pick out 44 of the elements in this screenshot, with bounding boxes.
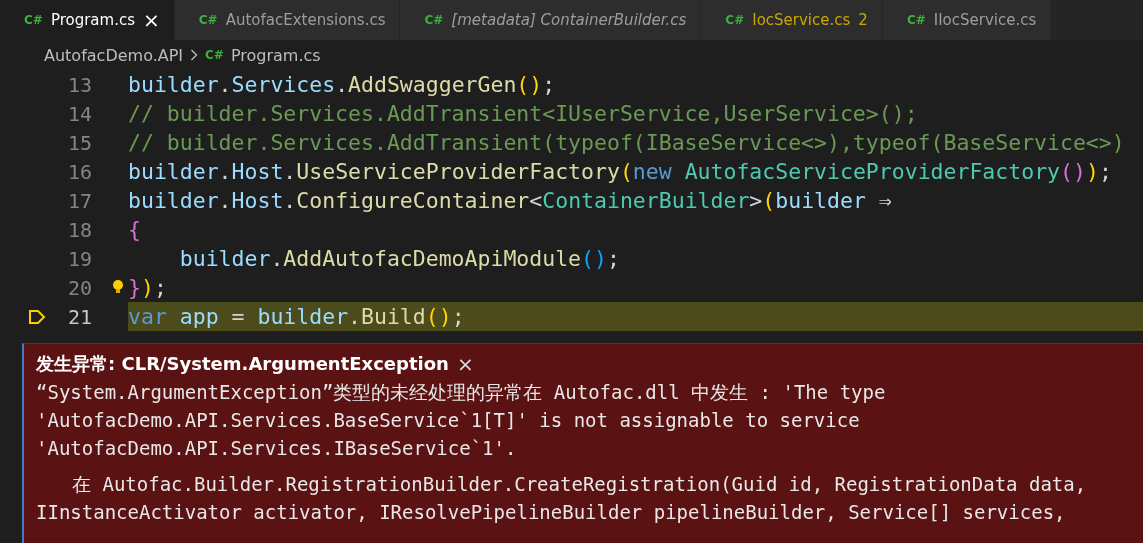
tab-label: AutofacExtensions.cs (225, 11, 386, 29)
csharp-icon: C# (205, 48, 224, 62)
line-number: 13 (67, 72, 92, 97)
code-line: builder.Host.UseServiceProviderFactory(new AutofacServiceProviderFactory()); (127, 158, 1113, 186)
tab-label: [metadata] ContainerBuilder.cs (451, 11, 687, 29)
line-number: 18 (67, 217, 92, 242)
csharp-icon: C# (906, 13, 926, 27)
lightbulb-icon[interactable] (112, 279, 124, 295)
code-line: // builder.Services.AddTransient<IUserService,UserService>(); (127, 100, 919, 128)
chevron-icon (190, 49, 199, 61)
line-number: 14 (67, 101, 92, 126)
line-number: 21 (67, 304, 92, 329)
exception-title: 发生异常: CLR/System.ArgumentException (36, 352, 449, 376)
editor-tab[interactable]: C# IIocService.cs (882, 0, 1052, 40)
tab-label: IIocService.cs (933, 11, 1037, 29)
close-icon[interactable]: × (143, 8, 160, 32)
close-icon[interactable]: × (456, 352, 474, 376)
problem-count: 2 (858, 11, 868, 29)
line-number: 15 (67, 130, 92, 155)
csharp-icon: C# (424, 13, 444, 27)
editor-tab[interactable]: C# IocService.cs 2 (701, 0, 883, 40)
line-number: 16 (67, 159, 92, 184)
code-line: builder.AddAutofacDemoApiModule(); (178, 245, 621, 273)
code-line: builder.Host.ConfigureContainer<ContainerBuilder>(builder ⇒ (127, 187, 893, 215)
editor-tab[interactable]: C# AutofacExtensions.cs (174, 0, 401, 40)
debug-arrow-icon (28, 308, 46, 325)
stack-trace: 在 Autofac.Builder.RegistrationBuilder.CreateRegistration(Guid id, RegistrationData data, IInstanceActivator activator, IResolvePipelineBuilder pipelineBuilder, Service[] services, (36, 472, 1088, 525)
code-line: builder.Services.AddSwaggerGen(); (127, 71, 557, 99)
csharp-icon: C# (725, 13, 745, 27)
line-number: 17 (67, 188, 92, 213)
code-line: // builder.Services.AddTransient(typeof(IBaseService<>),typeof(BaseService<>) (127, 129, 1126, 157)
code-line: { (127, 216, 142, 244)
editor-tab[interactable]: C# Program.cs × (0, 0, 175, 40)
line-number: 19 (67, 246, 92, 271)
editor-tab[interactable]: C# [metadata] ContainerBuilder.cs (400, 0, 702, 40)
csharp-icon: C# (24, 13, 43, 27)
tab-label: Program.cs (50, 11, 135, 29)
breadcrumb-item[interactable]: Program.cs (230, 45, 321, 65)
exception-message: “System.ArgumentException”类型的未经处理的异常在 Autofac.dll 中发生 : 'The type 'AutofacDemo.API.Services.BaseService`1[T]' is not assignable to service 'AutofacDemo.API.Services.IBaseService`1'. (36, 380, 887, 461)
line-number: 20 (67, 275, 92, 300)
tab-label: IocService.cs (752, 11, 851, 29)
csharp-icon: C# (198, 13, 218, 27)
code-line: }); (108, 273, 1143, 302)
breadcrumb-item[interactable]: AutofacDemo.API (44, 45, 184, 65)
